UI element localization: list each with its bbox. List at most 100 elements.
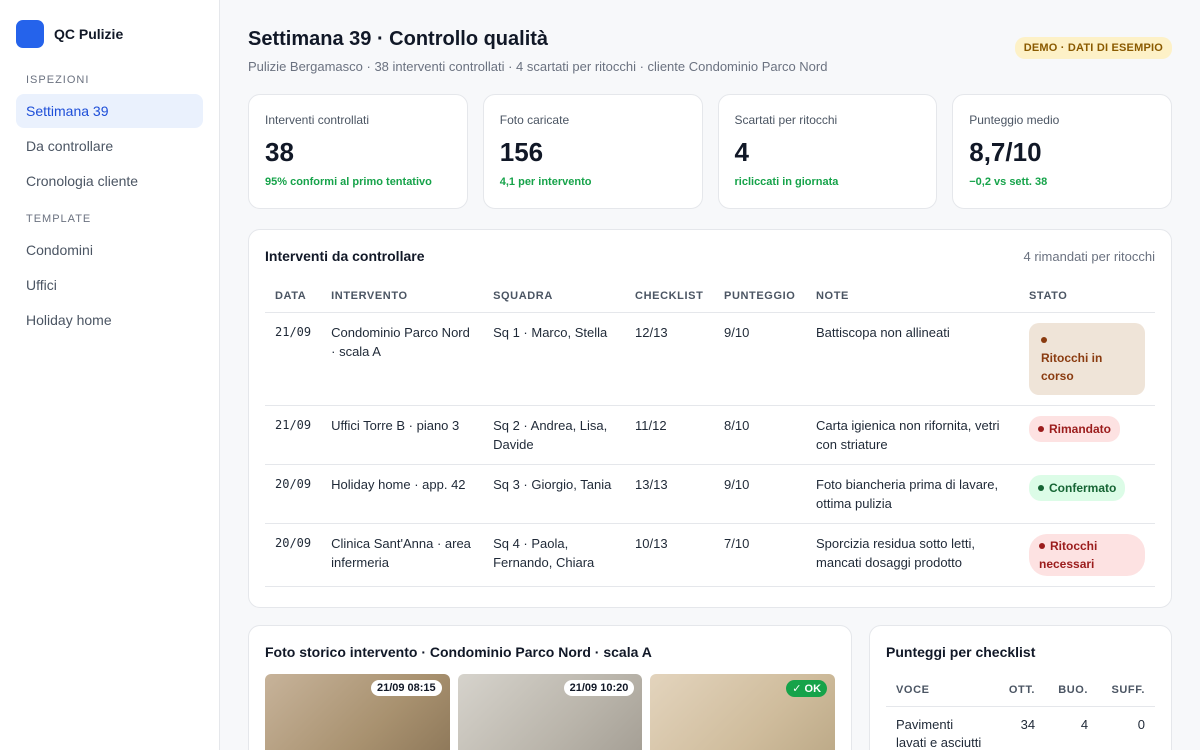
kpi-card: Interventi controllati 38 95% conformi a… bbox=[248, 94, 468, 209]
kpi-label: Punteggio medio bbox=[969, 113, 1060, 127]
status-badge: Confermato bbox=[1029, 475, 1126, 501]
cell-ott: 34 bbox=[1020, 717, 1036, 732]
cell-intervention: Clinica Sant'Anna · area infermeria bbox=[321, 523, 484, 587]
kpi-card: Scartati per ritocchi 4 ricliccati in gi… bbox=[717, 94, 938, 209]
status-label: Ritocchi in corso bbox=[1041, 351, 1103, 383]
kpi-label: Foto caricate bbox=[499, 113, 570, 127]
column-header: BUO. bbox=[1045, 678, 1099, 707]
kpi-label: Interventi controllati bbox=[265, 113, 370, 127]
status-label: Ritocchi necessari bbox=[1039, 539, 1098, 571]
sidebar-item-uffici[interactable]: Uffici bbox=[16, 268, 203, 302]
brand-logo-icon bbox=[16, 20, 44, 48]
cell-score: 9/10 bbox=[714, 464, 807, 524]
kpi-value: 38 bbox=[265, 137, 294, 167]
status-dot-icon bbox=[1039, 542, 1045, 549]
sidebar: QC Pulizie ISPEZIONI Settimana 39 Da con… bbox=[0, 0, 220, 750]
checklist-scores-table: VOCE OTT. BUO. SUFF. Pavimenti lavati e … bbox=[886, 678, 1155, 750]
kpi-note: 95% conformi al primo tentativo bbox=[265, 176, 432, 188]
sidebar-item-da-controllare[interactable]: Da controllare bbox=[16, 129, 203, 163]
kpi-card: Foto caricate 156 4,1 per intervento bbox=[482, 94, 703, 209]
cell-note: Battiscopa non allineati bbox=[806, 312, 1019, 406]
sidebar-item-condomini[interactable]: Condomini bbox=[16, 233, 203, 267]
column-header: INTERVENTO bbox=[321, 282, 484, 313]
kpi-value: 156 bbox=[499, 137, 544, 167]
sidebar-section-ispezioni: ISPEZIONI bbox=[26, 74, 90, 86]
photo-thumbnail[interactable]: ✓ OK bbox=[650, 674, 836, 750]
page-subtitle: Pulizie Bergamasco · 38 interventi contr… bbox=[248, 59, 828, 74]
cell-checklist: 12/13 bbox=[625, 312, 715, 406]
brand-name: QC Pulizie bbox=[54, 26, 124, 42]
sidebar-section-template: TEMPLATE bbox=[26, 213, 92, 225]
cell-team: Sq 4 · Paola, Fernando, Chiara bbox=[483, 523, 626, 587]
column-header: CHECKLIST bbox=[625, 282, 715, 313]
cell-team: Sq 3 · Giorgio, Tania bbox=[483, 464, 626, 524]
interventions-title: Interventi da controllare bbox=[265, 248, 425, 264]
kpi-value: 8,7/10 bbox=[969, 137, 1042, 167]
photo-strip: 21/09 08:15 21/09 10:20 ✓ OK bbox=[265, 674, 836, 750]
table-row[interactable]: 20/09 Holiday home · app. 42 Sq 3 · Gior… bbox=[265, 464, 1155, 524]
sidebar-item-holiday-home[interactable]: Holiday home bbox=[16, 303, 203, 337]
status-dot-icon bbox=[1041, 336, 1047, 343]
cell-date: 20/09 bbox=[265, 464, 322, 524]
cell-buo: 4 bbox=[1080, 717, 1089, 732]
kpi-note: −0,2 vs sett. 38 bbox=[969, 176, 1048, 188]
column-header: STATO bbox=[1019, 282, 1155, 313]
column-header: DATA bbox=[265, 282, 322, 313]
table-row[interactable]: 20/09 Clinica Sant'Anna · area infermeri… bbox=[265, 523, 1155, 587]
cell-date: 21/09 bbox=[265, 405, 322, 465]
cell-score: 8/10 bbox=[714, 405, 807, 465]
cell-date: 20/09 bbox=[265, 523, 322, 587]
status-dot-icon bbox=[1038, 425, 1044, 432]
page-header: Settimana 39 · Controllo qualità Pulizie… bbox=[248, 28, 1172, 94]
bottom-row: Foto storico intervento · Condominio Par… bbox=[248, 625, 1172, 750]
status-badge: Ritocchi in corso bbox=[1029, 323, 1145, 395]
interventions-card: Interventi da controllare 4 rimandati pe… bbox=[248, 229, 1172, 608]
column-header: VOCE bbox=[886, 678, 996, 707]
kpi-label: Scartati per ritocchi bbox=[734, 113, 838, 127]
cell-checklist: 13/13 bbox=[625, 464, 715, 524]
status-badge: Ritocchi necessari bbox=[1029, 534, 1145, 576]
cell-checklist: 11/12 bbox=[625, 405, 715, 465]
kpi-note: ricliccati in giornata bbox=[734, 176, 839, 188]
cell-checklist: 10/13 bbox=[625, 523, 715, 587]
photo-thumbnail[interactable]: 21/09 08:15 bbox=[265, 674, 450, 750]
kpi-row: Interventi controllati 38 95% conformi a… bbox=[248, 94, 1172, 209]
kpi-note: 4,1 per intervento bbox=[499, 176, 592, 188]
sidebar-item-settimana-39[interactable]: Settimana 39 bbox=[16, 94, 203, 128]
cell-note: Sporcizia residua sotto letti, mancati d… bbox=[806, 523, 1019, 587]
main-content: Settimana 39 · Controllo qualità Pulizie… bbox=[248, 28, 1172, 750]
table-row: Pavimenti lavati e asciutti 34 4 0 bbox=[886, 707, 1155, 750]
photo-timestamp: 21/09 08:15 bbox=[370, 680, 442, 696]
status-badge: Rimandato bbox=[1029, 416, 1121, 442]
kpi-value: 4 bbox=[734, 137, 749, 167]
cell-note: Carta igienica non rifornita, vetri con … bbox=[806, 405, 1019, 465]
demo-badge: DEMO · DATI DI ESEMPIO bbox=[1014, 37, 1172, 59]
cell-date: 21/09 bbox=[265, 312, 322, 406]
cell-score: 9/10 bbox=[714, 312, 807, 406]
status-label: Rimandato bbox=[1049, 422, 1112, 436]
column-header: SUFF. bbox=[1098, 678, 1155, 707]
interventions-meta: 4 rimandati per ritocchi bbox=[1023, 248, 1156, 264]
brand: QC Pulizie bbox=[16, 20, 203, 48]
sidebar-item-cronologia-cliente[interactable]: Cronologia cliente bbox=[16, 164, 203, 198]
table-row[interactable]: 21/09 Condominio Parco Nord · scala A Sq… bbox=[265, 312, 1155, 406]
table-row[interactable]: 21/09 Uffici Torre B · piano 3 Sq 2 · An… bbox=[265, 405, 1155, 465]
cell-intervention: Holiday home · app. 42 bbox=[321, 464, 484, 524]
photo-timestamp: 21/09 10:20 bbox=[563, 680, 635, 696]
cell-item: Pavimenti lavati e asciutti bbox=[896, 717, 982, 750]
photo-thumbnail[interactable]: 21/09 10:20 bbox=[457, 674, 643, 750]
status-dot-icon bbox=[1038, 484, 1044, 491]
photo-history-card: Foto storico intervento · Condominio Par… bbox=[248, 625, 852, 750]
column-header: OTT. bbox=[996, 678, 1046, 707]
checklist-scores-title: Punteggi per checklist bbox=[886, 644, 1036, 660]
cell-intervention: Uffici Torre B · piano 3 bbox=[321, 405, 484, 465]
cell-note: Foto biancheria prima di lavare, ottima … bbox=[806, 464, 1019, 524]
column-header: NOTE bbox=[806, 282, 1019, 313]
column-header: SQUADRA bbox=[483, 282, 626, 313]
photo-ok-badge: ✓ OK bbox=[786, 680, 828, 697]
kpi-card: Punteggio medio 8,7/10 −0,2 vs sett. 38 bbox=[952, 94, 1172, 209]
cell-score: 7/10 bbox=[714, 523, 807, 587]
photo-history-title: Foto storico intervento · Condominio Par… bbox=[265, 644, 652, 660]
cell-suff: 0 bbox=[1137, 717, 1145, 732]
interventions-table: DATA INTERVENTO SQUADRA CHECKLIST PUNTEG… bbox=[265, 282, 1155, 587]
